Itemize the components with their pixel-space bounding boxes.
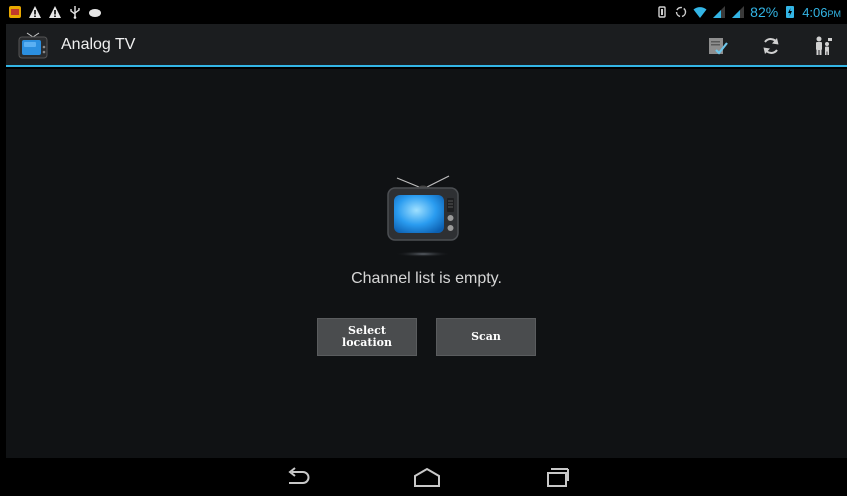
back-button[interactable] <box>278 463 318 491</box>
select-location-label: Select location <box>342 324 392 349</box>
warning-icon <box>28 5 42 19</box>
recent-apps-button[interactable] <box>537 463 577 491</box>
parental-control-icon <box>816 36 832 55</box>
edit-list-button[interactable] <box>704 32 732 60</box>
clock-time: 4:06 <box>802 4 828 20</box>
android-debug-icon <box>88 5 102 19</box>
signal-icon <box>731 5 745 19</box>
wifi-icon <box>693 5 707 19</box>
battery-percentage: 82% <box>750 4 779 20</box>
recent-apps-icon <box>547 468 569 487</box>
usb-icon <box>68 5 82 19</box>
app-title: Analog TV <box>61 36 136 53</box>
action-bar: Analog TV <box>6 24 847 67</box>
scan-button[interactable]: Scan <box>436 318 536 356</box>
battery-charging-icon <box>783 5 797 19</box>
clock-ampm: PM <box>827 8 842 19</box>
back-icon <box>288 467 310 484</box>
status-bar: 82% 4:06PM <box>0 0 847 24</box>
status-clock: 4:06PM <box>802 5 841 20</box>
tv-illustration-icon <box>383 174 463 264</box>
home-icon <box>414 467 440 487</box>
channel-list-empty-view: Channel list is empty. Select location S… <box>6 69 847 458</box>
refresh-button[interactable] <box>757 32 785 60</box>
empty-channel-message: Channel list is empty. <box>351 270 502 287</box>
status-bar-system: 82% 4:06PM <box>655 3 841 21</box>
vibrate-icon <box>655 5 669 19</box>
analog-tv-app-icon[interactable] <box>17 30 49 60</box>
scan-label: Scan <box>471 330 501 343</box>
navigation-bar <box>6 458 847 496</box>
parental-control-button[interactable] <box>809 32 837 60</box>
edit-list-icon <box>709 38 728 55</box>
data-sync-icon <box>674 5 688 19</box>
warning-icon <box>48 5 62 19</box>
select-location-button[interactable]: Select location <box>317 318 417 356</box>
status-bar-notifications <box>8 3 102 21</box>
gallery-notification-icon <box>8 5 22 19</box>
signal-icon <box>712 5 726 19</box>
refresh-icon <box>763 38 779 54</box>
home-button[interactable] <box>407 463 447 491</box>
